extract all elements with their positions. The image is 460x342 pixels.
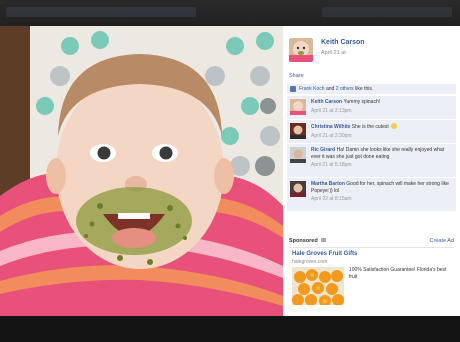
comment-item: Keith Carson Yummy spinach! April 21 at … [287, 95, 456, 119]
post-details-panel: Keith Carson April 21 at Share Frank Koc… [283, 26, 460, 316]
ad-description: 100% Satisfaction Guarantee! Florida's b… [349, 267, 447, 280]
commenter-avatar[interactable] [290, 181, 306, 197]
commenter-avatar[interactable] [290, 123, 306, 139]
commenter-name-link[interactable]: Keith Carson [311, 99, 342, 105]
likes-and: and [325, 86, 335, 92]
baby-photo [0, 26, 283, 316]
info-icon[interactable] [321, 238, 327, 242]
likes-suffix: like this. [355, 86, 374, 92]
photo-viewer[interactable] [0, 26, 283, 316]
comment-timestamp[interactable]: April 21 at 2:13pm [311, 108, 453, 115]
post-timestamp[interactable]: April 21 at [321, 50, 346, 56]
viewer-bottom-strip [0, 316, 460, 342]
viewer-top-bar [0, 0, 460, 26]
commenter-avatar[interactable] [290, 99, 306, 115]
viewer-top-bar-right [322, 7, 452, 17]
smile-icon [391, 123, 398, 129]
poster-name-link[interactable]: Keith Carson [321, 39, 365, 46]
commenter-avatar[interactable] [290, 147, 306, 163]
commenter-name-link[interactable]: Martha Barton [311, 181, 345, 187]
comment-timestamp[interactable]: April 21 at 2:30pm [311, 133, 453, 140]
ad-title-link[interactable]: Hale Groves Fruit Gifts [292, 251, 357, 257]
comment-timestamp[interactable]: April 21 at 5:18pm [311, 162, 453, 169]
commenter-name-link[interactable]: Christina Wilhite [311, 124, 350, 130]
thumb-up-icon [290, 86, 296, 92]
sponsored-label: Sponsored [289, 238, 318, 244]
comment-text: Yummy spinach! [343, 99, 381, 105]
viewer-top-bar-left [6, 7, 196, 17]
comment-item: Christina Wilhite She is the cutest Apri… [287, 119, 456, 143]
create-ad-link[interactable]: Create Ad [430, 238, 454, 244]
liker-name-link[interactable]: Frank Koch [299, 86, 325, 92]
likes-summary: Frank Koch and 2 others like this. [287, 84, 456, 94]
likes-text: Frank Koch and 2 others like this. [299, 86, 373, 92]
poster-avatar[interactable] [289, 38, 313, 62]
sponsored-heading: Sponsored [289, 238, 327, 244]
comment-item: Ric Girard Ha! Damn she looks like she r… [287, 143, 456, 177]
likers-others-link[interactable]: 2 others [336, 86, 354, 92]
comment-text: She is the cutest [351, 124, 389, 130]
commenter-name-link[interactable]: Ric Girard [311, 147, 335, 153]
ad-image[interactable] [292, 267, 344, 305]
comment-item: Martha Barton Good for her, spinach will… [287, 177, 456, 211]
share-link[interactable]: Share [289, 73, 304, 79]
ad-domain: halegroves.com [292, 259, 328, 265]
ad-divider [289, 247, 454, 248]
comment-timestamp[interactable]: April 22 at 8:15am [311, 196, 453, 203]
